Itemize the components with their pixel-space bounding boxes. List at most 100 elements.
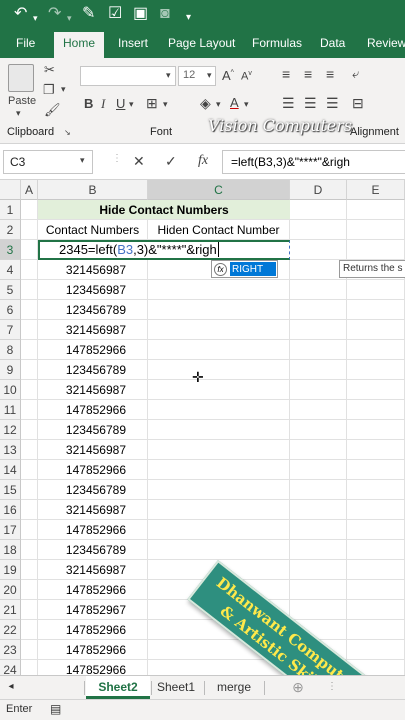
contact-number-cell[interactable]: 321456987: [38, 380, 148, 400]
bold-icon[interactable]: B: [84, 96, 93, 111]
tab-data[interactable]: Data: [320, 36, 345, 50]
grid-cell[interactable]: [290, 460, 347, 480]
contact-number-cell[interactable]: 147852966: [38, 580, 148, 600]
wrap-text-icon[interactable]: ⤶: [352, 66, 359, 82]
grid-cell[interactable]: [21, 280, 38, 300]
grid-cell[interactable]: [148, 460, 290, 480]
grid-cell[interactable]: [290, 560, 347, 580]
row-header-4[interactable]: 4: [0, 260, 21, 280]
grid-cell[interactable]: [21, 340, 38, 360]
tab-insert[interactable]: Insert: [118, 36, 148, 50]
redo-dropdown-icon[interactable]: ▾: [67, 9, 72, 27]
grid-cell[interactable]: [148, 340, 290, 360]
grid-cell[interactable]: [347, 580, 405, 600]
grid-cell[interactable]: [290, 240, 347, 260]
row-header-8[interactable]: 8: [0, 340, 21, 360]
grid-cell[interactable]: [148, 280, 290, 300]
paste-label[interactable]: Paste: [8, 95, 36, 107]
grid-cell[interactable]: [347, 360, 405, 380]
row-header-22[interactable]: 22: [0, 620, 21, 640]
grid-cell[interactable]: [347, 600, 405, 620]
grid-cell[interactable]: [21, 200, 38, 220]
row-header-20[interactable]: 20: [0, 580, 21, 600]
grid-cell[interactable]: [21, 300, 38, 320]
contact-number-cell[interactable]: 147852966: [38, 660, 148, 675]
select-all-corner[interactable]: [0, 180, 21, 200]
contact-number-cell[interactable]: 123456789: [38, 300, 148, 320]
grid-cell[interactable]: [290, 220, 347, 240]
eraser-icon[interactable]: ✎: [82, 5, 95, 23]
contact-number-cell[interactable]: 123456789: [38, 480, 148, 500]
grid-cell[interactable]: [290, 280, 347, 300]
grid-cell[interactable]: [290, 600, 347, 620]
grid-cell[interactable]: [347, 540, 405, 560]
column-header-d[interactable]: D: [290, 180, 347, 200]
fill-color-dropdown-icon[interactable]: ▾: [216, 99, 221, 110]
grid-cell[interactable]: [347, 220, 405, 240]
redo-icon[interactable]: ↷: [48, 5, 61, 23]
contact-number-cell[interactable]: 321456987: [38, 560, 148, 580]
grid-cell[interactable]: [347, 500, 405, 520]
worksheet-grid[interactable]: A B C D E 1 2 3 4 321456987 5 123456987 6 123456…: [0, 180, 405, 675]
grid-cell[interactable]: [21, 640, 38, 660]
grid-cell[interactable]: [290, 360, 347, 380]
grid-cell[interactable]: [290, 580, 347, 600]
grid-cell[interactable]: [347, 440, 405, 460]
grid-cell[interactable]: [347, 640, 405, 660]
grid-cell[interactable]: [347, 420, 405, 440]
contact-number-cell[interactable]: 321456987: [38, 260, 148, 280]
grid-cell[interactable]: [148, 420, 290, 440]
grid-cell[interactable]: [347, 480, 405, 500]
row-header-5[interactable]: 5: [0, 280, 21, 300]
sheet-nav-icon[interactable]: ◂: [0, 676, 22, 699]
row-header-6[interactable]: 6: [0, 300, 21, 320]
autocomplete-right[interactable]: RIGHT: [230, 262, 276, 276]
copy-dropdown-icon[interactable]: ▾: [61, 84, 66, 95]
row-header-2[interactable]: 2: [0, 220, 21, 240]
camera-icon[interactable]: ◙: [160, 5, 170, 23]
align-center-icon[interactable]: ☰: [304, 95, 317, 112]
font-size-dropdown-icon[interactable]: ▾: [207, 70, 212, 81]
cancel-icon[interactable]: ✕: [133, 153, 145, 170]
grid-cell[interactable]: [347, 520, 405, 540]
grid-cell[interactable]: [148, 500, 290, 520]
align-right-icon[interactable]: ☰: [326, 95, 339, 112]
grow-font-icon[interactable]: A^: [222, 68, 234, 83]
macro-record-icon[interactable]: ▤: [50, 702, 61, 716]
checkbox-icon[interactable]: ☑: [108, 5, 122, 23]
grid-cell[interactable]: [21, 420, 38, 440]
insert-function-icon[interactable]: fx: [198, 153, 208, 169]
sheet-tab-sheet1[interactable]: Sheet1: [152, 676, 200, 699]
cut-icon[interactable]: ✂: [44, 62, 55, 78]
contact-number-cell[interactable]: 147852966: [38, 400, 148, 420]
grid-cell[interactable]: [21, 540, 38, 560]
grid-cell[interactable]: [21, 400, 38, 420]
contact-number-cell[interactable]: 321456987: [38, 320, 148, 340]
row-header-12[interactable]: 12: [0, 420, 21, 440]
grid-cell[interactable]: [290, 400, 347, 420]
grid-cell[interactable]: [148, 480, 290, 500]
grid-cell[interactable]: [21, 560, 38, 580]
grid-cell[interactable]: [347, 460, 405, 480]
contact-number-cell[interactable]: 123456789: [38, 540, 148, 560]
font-name-dropdown-icon[interactable]: ▾: [166, 70, 171, 81]
grid-cell[interactable]: [21, 360, 38, 380]
sheet-tab-merge[interactable]: merge: [206, 676, 262, 699]
paste-icon[interactable]: [8, 64, 34, 92]
font-color-icon[interactable]: A: [230, 95, 239, 110]
row-header-18[interactable]: 18: [0, 540, 21, 560]
row-header-19[interactable]: 19: [0, 560, 21, 580]
name-box-dropdown-icon[interactable]: ▾: [80, 155, 85, 166]
shrink-font-icon[interactable]: Av: [241, 70, 252, 83]
grid-cell[interactable]: [21, 380, 38, 400]
active-cell-editor[interactable]: 2345=left(B3,3)&"****"&righ: [38, 240, 290, 260]
grid-cell[interactable]: [21, 440, 38, 460]
paste-dropdown-icon[interactable]: ▾: [16, 108, 21, 119]
grid-cell[interactable]: [21, 460, 38, 480]
row-header-13[interactable]: 13: [0, 440, 21, 460]
row-header-21[interactable]: 21: [0, 600, 21, 620]
grid-cell[interactable]: [290, 540, 347, 560]
column-header-a[interactable]: A: [21, 180, 38, 200]
grid-cell[interactable]: [148, 320, 290, 340]
grid-cell[interactable]: [148, 440, 290, 460]
